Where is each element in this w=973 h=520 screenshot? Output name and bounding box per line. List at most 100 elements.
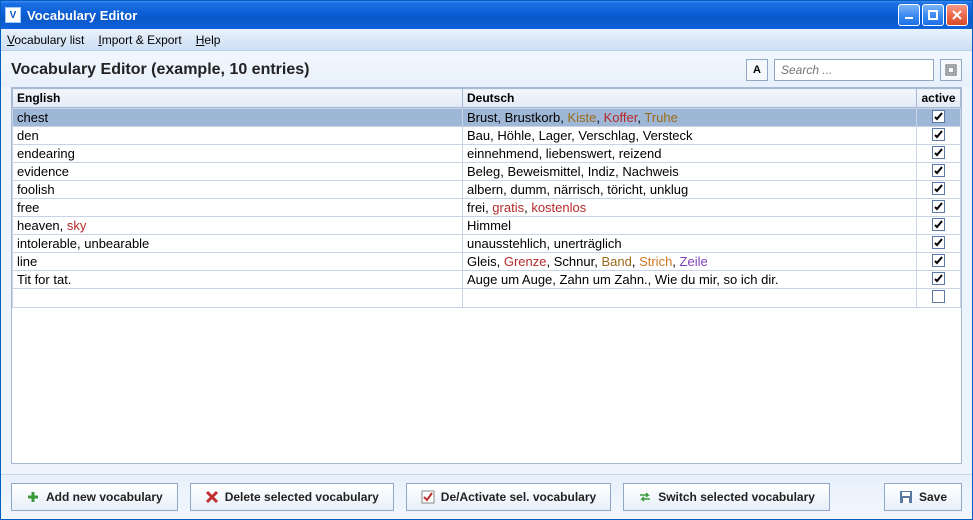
menu-item[interactable]: Vocabulary list xyxy=(7,33,84,47)
maximize-button[interactable] xyxy=(922,4,944,26)
table-header-row: English Deutsch active xyxy=(13,89,961,108)
cell-active xyxy=(917,271,961,289)
cell-active xyxy=(917,289,961,308)
table-row[interactable]: lineGleis, Grenze, Schnur, Band, Strich,… xyxy=(13,253,961,271)
grid-body[interactable]: chestBrust, Brustkorb, Kiste, Koffer, Tr… xyxy=(12,108,961,463)
table-row-empty[interactable] xyxy=(13,289,961,308)
table-row[interactable]: foolishalbern, dumm, närrisch, töricht, … xyxy=(13,181,961,199)
app-window: V Vocabulary Editor Vocabulary list Impor… xyxy=(0,0,973,520)
vocabulary-grid: English Deutsch active chestBrust, Brust… xyxy=(11,87,962,464)
cell-deutsch[interactable]: Bau, Höhle, Lager, Verschlag, Versteck xyxy=(463,127,917,145)
page-title: Vocabulary Editor (example, 10 entries) xyxy=(11,61,740,79)
cell-deutsch[interactable]: unausstehlich, unerträglich xyxy=(463,235,917,253)
active-checkbox[interactable] xyxy=(932,164,945,177)
active-checkbox[interactable] xyxy=(932,272,945,285)
deactivate-button[interactable]: De/Activate sel. vocabulary xyxy=(406,483,611,511)
search-input[interactable] xyxy=(774,59,934,81)
cell-active xyxy=(917,235,961,253)
table-row[interactable]: evidenceBeleg, Beweismittel, Indiz, Nach… xyxy=(13,163,961,181)
delete-icon xyxy=(205,490,219,504)
switch-button-label: Switch selected vocabulary xyxy=(658,490,815,504)
active-checkbox[interactable] xyxy=(932,200,945,213)
cell-deutsch[interactable]: Brust, Brustkorb, Kiste, Koffer, Truhe xyxy=(463,109,917,127)
sort-icon: A xyxy=(753,64,761,76)
active-checkbox[interactable] xyxy=(932,236,945,249)
add-button[interactable]: Add new vocabulary xyxy=(11,483,178,511)
window-controls xyxy=(898,4,968,26)
cell-deutsch[interactable]: Gleis, Grenze, Schnur, Band, Strich, Zei… xyxy=(463,253,917,271)
maximize-icon xyxy=(928,10,938,20)
active-checkbox[interactable] xyxy=(932,128,945,141)
expand-button[interactable] xyxy=(940,59,962,81)
cell-deutsch[interactable]: frei, gratis, kostenlos xyxy=(463,199,917,217)
cell-english[interactable]: free xyxy=(13,199,463,217)
column-active[interactable]: active xyxy=(917,89,961,108)
table-row[interactable]: denBau, Höhle, Lager, Verschlag, Verstec… xyxy=(13,127,961,145)
cell-english[interactable] xyxy=(13,289,463,308)
active-checkbox[interactable] xyxy=(932,110,945,123)
minimize-icon xyxy=(904,10,914,20)
cell-english[interactable]: endearing xyxy=(13,145,463,163)
cell-active xyxy=(917,163,961,181)
plus-icon xyxy=(26,490,40,504)
cell-active xyxy=(917,127,961,145)
titlebar[interactable]: V Vocabulary Editor xyxy=(1,1,972,29)
table-row[interactable]: freefrei, gratis, kostenlos xyxy=(13,199,961,217)
cell-active xyxy=(917,199,961,217)
cell-english[interactable]: intolerable, unbearable xyxy=(13,235,463,253)
save-icon xyxy=(899,490,913,504)
save-button-label: Save xyxy=(919,490,947,504)
cell-english[interactable]: Tit for tat. xyxy=(13,271,463,289)
cell-active xyxy=(917,109,961,127)
cell-english[interactable]: chest xyxy=(13,109,463,127)
active-checkbox[interactable] xyxy=(932,254,945,267)
cell-active xyxy=(917,253,961,271)
cell-active xyxy=(917,145,961,163)
delete-button-label: Delete selected vocabulary xyxy=(225,490,379,504)
minimize-button[interactable] xyxy=(898,4,920,26)
table-row[interactable]: chestBrust, Brustkorb, Kiste, Koffer, Tr… xyxy=(13,109,961,127)
column-english[interactable]: English xyxy=(13,89,463,108)
cell-english[interactable]: den xyxy=(13,127,463,145)
deactivate-button-label: De/Activate sel. vocabulary xyxy=(441,490,596,504)
active-checkbox[interactable] xyxy=(932,182,945,195)
save-button[interactable]: Save xyxy=(884,483,962,511)
switch-icon xyxy=(638,490,652,504)
close-icon xyxy=(952,10,962,20)
menu-item[interactable]: Import & Export xyxy=(98,33,181,47)
window-title: Vocabulary Editor xyxy=(27,8,898,23)
table-row[interactable]: heaven, skyHimmel xyxy=(13,217,961,235)
table-row[interactable]: intolerable, unbearableunausstehlich, un… xyxy=(13,235,961,253)
cell-deutsch[interactable]: Auge um Auge, Zahn um Zahn., Wie du mir,… xyxy=(463,271,917,289)
header-row: Vocabulary Editor (example, 10 entries) … xyxy=(1,51,972,87)
expand-icon xyxy=(945,64,957,76)
cell-deutsch[interactable]: einnehmend, liebenswert, reizend xyxy=(463,145,917,163)
cell-english[interactable]: foolish xyxy=(13,181,463,199)
cell-english[interactable]: heaven, sky xyxy=(13,217,463,235)
cell-deutsch[interactable]: albern, dumm, närrisch, töricht, unklug xyxy=(463,181,917,199)
content-area: English Deutsch active chestBrust, Brust… xyxy=(1,87,972,474)
cell-active xyxy=(917,181,961,199)
active-checkbox[interactable] xyxy=(932,290,945,303)
checkbox-icon xyxy=(421,490,435,504)
table-row[interactable]: endearingeinnehmend, liebenswert, reizen… xyxy=(13,145,961,163)
cell-active xyxy=(917,217,961,235)
menubar: Vocabulary list Import & Export Help xyxy=(1,29,972,51)
cell-english[interactable]: line xyxy=(13,253,463,271)
cell-english[interactable]: evidence xyxy=(13,163,463,181)
add-button-label: Add new vocabulary xyxy=(46,490,163,504)
menu-item[interactable]: Help xyxy=(196,33,221,47)
sort-button[interactable]: A xyxy=(746,59,768,81)
switch-button[interactable]: Switch selected vocabulary xyxy=(623,483,830,511)
cell-deutsch[interactable] xyxy=(463,289,917,308)
column-deutsch[interactable]: Deutsch xyxy=(463,89,917,108)
cell-deutsch[interactable]: Himmel xyxy=(463,217,917,235)
cell-deutsch[interactable]: Beleg, Beweismittel, Indiz, Nachweis xyxy=(463,163,917,181)
close-button[interactable] xyxy=(946,4,968,26)
delete-button[interactable]: Delete selected vocabulary xyxy=(190,483,394,511)
app-icon: V xyxy=(5,7,21,23)
button-bar: Add new vocabulary Delete selected vocab… xyxy=(1,474,972,519)
active-checkbox[interactable] xyxy=(932,146,945,159)
active-checkbox[interactable] xyxy=(932,218,945,231)
table-row[interactable]: Tit for tat.Auge um Auge, Zahn um Zahn.,… xyxy=(13,271,961,289)
